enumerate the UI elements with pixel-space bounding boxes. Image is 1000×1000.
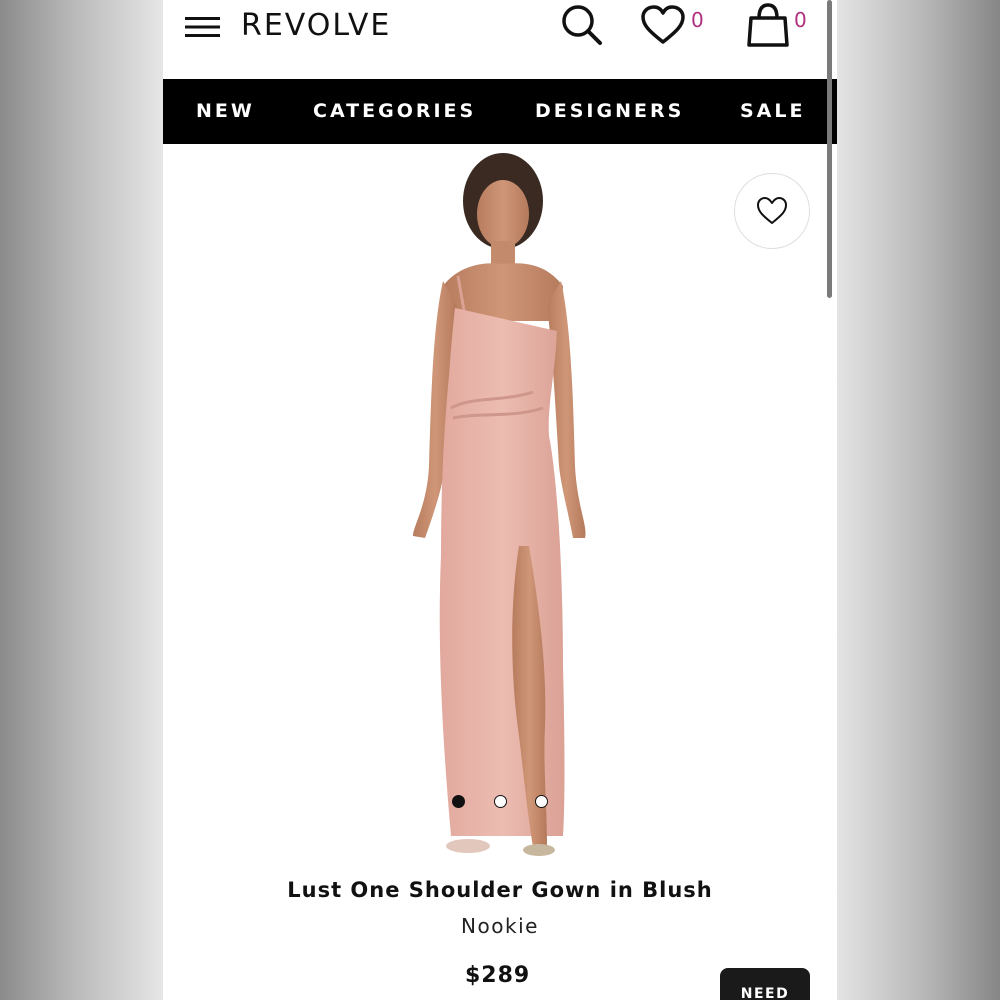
product-title: Lust One Shoulder Gown in Blush [287, 878, 713, 902]
nav-designers[interactable]: DESIGNERS [535, 79, 684, 144]
product-brand[interactable]: Nookie [163, 914, 837, 938]
carousel-dot-2[interactable] [494, 795, 507, 808]
nav-new[interactable]: NEW [196, 79, 255, 144]
carousel-dot-1[interactable] [452, 795, 465, 808]
carousel-dot-3[interactable] [535, 795, 548, 808]
menu-icon[interactable] [185, 15, 221, 39]
logo[interactable]: REVOLVE [241, 6, 391, 46]
favorite-button[interactable] [734, 173, 810, 249]
heart-outline-icon [757, 197, 787, 224]
bag-icon[interactable] [745, 2, 791, 48]
product-price: $289 [465, 963, 531, 988]
bag-count: 0 [794, 8, 807, 32]
main-nav: NEW CATEGORIES DESIGNERS SALE [163, 79, 837, 144]
heart-icon[interactable] [639, 4, 687, 46]
scrollbar[interactable] [827, 0, 832, 298]
phone-screen: REVOLVE 0 0 NEW CATEGORIES DESIGNERS SAL… [163, 0, 837, 1000]
nav-sale[interactable]: SALE [740, 79, 805, 144]
header: REVOLVE 0 0 [163, 0, 837, 78]
search-icon[interactable] [559, 2, 605, 48]
background-left [0, 0, 163, 1000]
product-image[interactable] [333, 146, 663, 864]
background-right [837, 0, 1000, 1000]
nav-categories[interactable]: CATEGORIES [313, 79, 476, 144]
need-button[interactable]: NEED [720, 968, 810, 1000]
wishlist-count: 0 [691, 8, 704, 32]
image-carousel-dots [451, 795, 561, 809]
